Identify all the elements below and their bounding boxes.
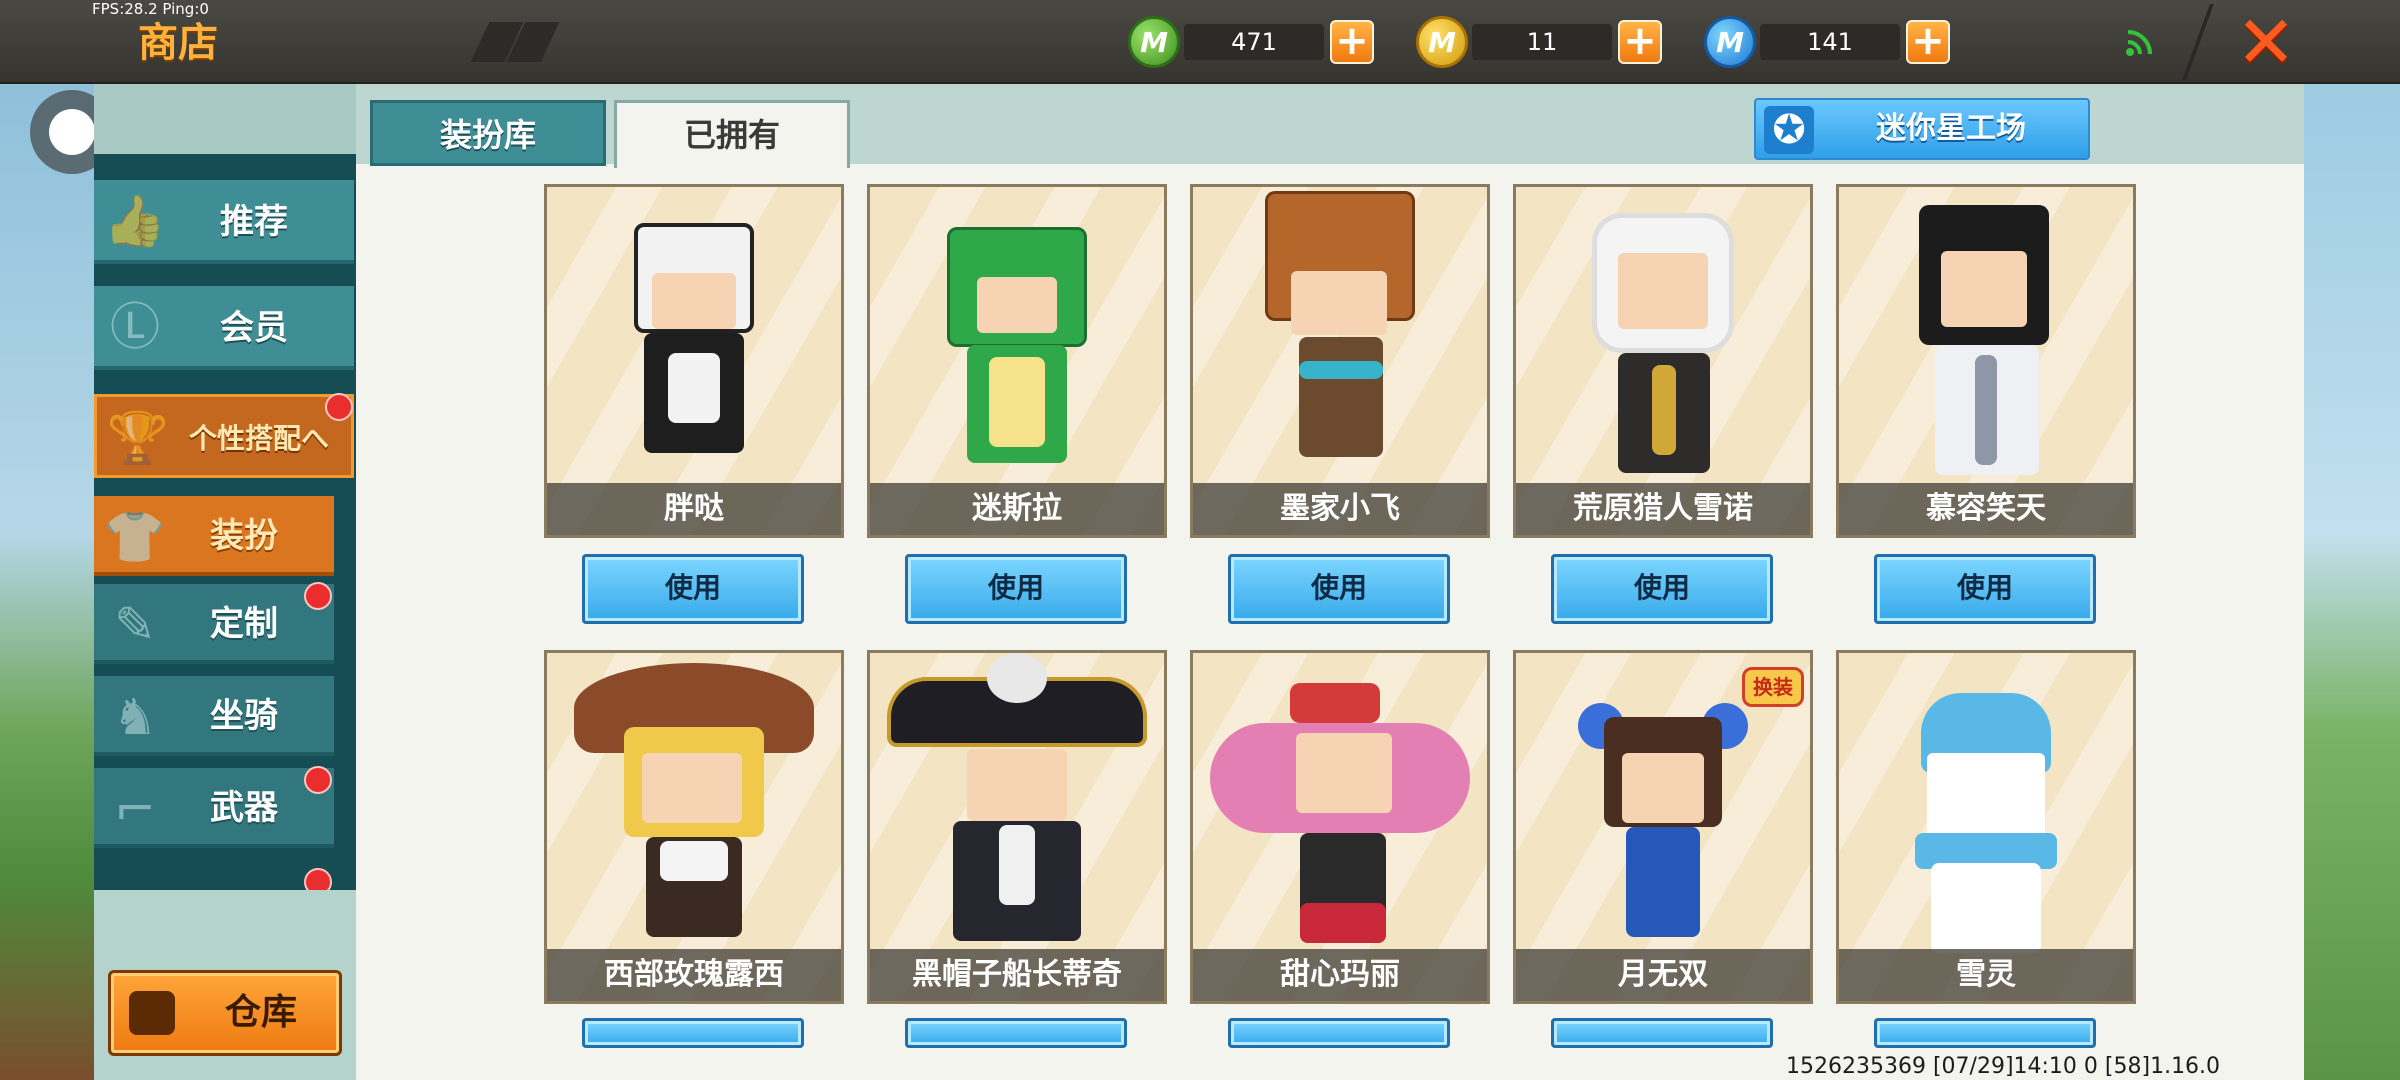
top-bar: FPS:28.2 Ping:0 商店 M 471 + M 11 + M 141 … (0, 0, 2400, 84)
use-button[interactable]: 使用 (1551, 554, 1773, 624)
use-button[interactable]: 使用 (582, 1018, 804, 1048)
workshop-label: 迷你星工场 (1876, 111, 2026, 146)
skin-card[interactable]: 荒原猎人雪诺 (1513, 184, 1813, 538)
skin-card[interactable]: 黑帽子船长蒂奇 (867, 650, 1167, 1004)
build-info: 1526235369 [07/29]14:10 0 [58]1.16.0 (1786, 1054, 2221, 1079)
sidebar-item-recommend[interactable]: 👍 推荐 (94, 180, 354, 264)
skin-card[interactable]: 墨家小飞 (1190, 184, 1490, 538)
tab-owned[interactable]: 已拥有 (614, 100, 850, 168)
add-coins-button[interactable]: + (1618, 20, 1662, 64)
divider (2182, 4, 2214, 80)
skin-card[interactable]: 雪灵 (1836, 650, 2136, 1004)
circle-icon (49, 109, 95, 155)
sidebar-item-dressup[interactable]: 👕 装扮 (94, 496, 334, 576)
cowgirl-figure (564, 657, 824, 947)
skin-name: 月无双 (1516, 949, 1810, 1001)
skin-name: 胖哒 (547, 483, 841, 535)
aviator-figure (1255, 191, 1425, 481)
notification-badge (304, 766, 332, 794)
skin-card[interactable]: 慕容笑天 (1836, 184, 2136, 538)
currency-amount: 11 (1472, 24, 1612, 60)
skin-name: 雪灵 (1839, 949, 2133, 1001)
sidebar-item-label: 个性搭配へ (188, 422, 329, 455)
workshop-button[interactable]: ✪ 迷你星工场 (1754, 98, 2090, 160)
skin-name: 黑帽子船长蒂奇 (870, 949, 1164, 1001)
currency-amount: 471 (1184, 24, 1324, 60)
dinosaur-figure (937, 227, 1097, 467)
sidebar: 👍 推荐 Ⓛ 会员 🏆 个性搭配へ 👕 装扮 ✎ 定制 ♞ 坐骑 ⌐ 武器 仓库 (94, 84, 356, 1080)
notification-badge (325, 393, 353, 421)
star-icon: ✪ (1764, 106, 1814, 154)
skin-name: 西部玫瑰露西 (547, 949, 841, 1001)
use-button[interactable]: 使用 (1551, 1018, 1773, 1048)
page-title: 商店 (138, 20, 218, 66)
moon-girl-figure (1578, 703, 1748, 953)
add-points-button[interactable]: + (1906, 20, 1950, 64)
sidebar-item-personal-style[interactable]: 🏆 个性搭配へ (94, 393, 354, 478)
main-panel: 装扮库 已拥有 ✪ 迷你星工场 胖哒 迷斯拉 墨家小飞 荒原猎人雪诺 慕容笑天 … (356, 84, 2304, 1080)
signal-icon (2126, 30, 2152, 56)
use-button[interactable]: 使用 (905, 554, 1127, 624)
close-icon[interactable]: ✕ (2230, 6, 2302, 78)
hunter-figure (1578, 193, 1748, 483)
sidebar-item-vip[interactable]: Ⓛ 会员 (94, 286, 354, 370)
tab-skin-library[interactable]: 装扮库 (370, 100, 606, 166)
skin-name: 墨家小飞 (1193, 483, 1487, 535)
warehouse-label: 仓库 (224, 992, 297, 1033)
pirate-figure (877, 653, 1157, 953)
sidebar-item-weapon[interactable]: ⌐ 武器 (94, 766, 334, 848)
sidebar-item-label: 装扮 (210, 516, 278, 556)
warehouse-button[interactable]: 仓库 (108, 970, 342, 1056)
currency-points: M 141 + (1704, 14, 1974, 70)
mini-coin-icon: M (1416, 16, 1468, 68)
skin-card[interactable]: 西部玫瑰露西 (544, 650, 844, 1004)
currency-beans: M 471 + (1128, 14, 1398, 70)
sidebar-header (94, 84, 356, 154)
game-world-right (2304, 84, 2400, 1080)
chest-icon (129, 991, 175, 1035)
sidebar-item-label: 武器 (210, 788, 278, 828)
skin-card[interactable]: 甜心玛丽 (1190, 650, 1490, 1004)
mini-point-icon: M (1704, 16, 1756, 68)
sidebar-item-label: 会员 (220, 308, 288, 348)
sidebar-item-custom[interactable]: ✎ 定制 (94, 582, 334, 664)
sidebar-item-label: 坐骑 (210, 696, 278, 736)
snowman-figure (1901, 693, 2071, 953)
use-button[interactable]: 使用 (905, 1018, 1127, 1048)
currency-coins: M 11 + (1416, 14, 1686, 70)
skin-name: 迷斯拉 (870, 483, 1164, 535)
game-world-left (0, 84, 96, 1080)
notification-badge (304, 582, 332, 610)
panda-figure (624, 223, 764, 463)
add-beans-button[interactable]: + (1330, 20, 1374, 64)
sidebar-item-label: 定制 (210, 604, 278, 644)
costume-change-badge: 换装 (1742, 667, 1804, 707)
use-button[interactable]: 使用 (1228, 554, 1450, 624)
sidebar-item-label: 推荐 (220, 202, 288, 242)
use-button[interactable]: 使用 (582, 554, 804, 624)
use-button[interactable]: 使用 (1874, 1018, 2096, 1048)
skin-name: 慕容笑天 (1839, 483, 2133, 535)
skin-name: 甜心玛丽 (1193, 949, 1487, 1001)
use-button[interactable]: 使用 (1874, 554, 2096, 624)
skin-card[interactable]: 换装 月无双 (1513, 650, 1813, 1004)
skin-name: 荒原猎人雪诺 (1516, 483, 1810, 535)
use-button[interactable]: 使用 (1228, 1018, 1450, 1048)
skin-card[interactable]: 迷斯拉 (867, 184, 1167, 538)
scholar-figure (1901, 195, 2071, 485)
mini-bean-icon: M (1128, 16, 1180, 68)
currency-amount: 141 (1760, 24, 1900, 60)
skin-card[interactable]: 胖哒 (544, 184, 844, 538)
sweetheart-figure (1210, 683, 1470, 953)
sidebar-item-mount[interactable]: ♞ 坐骑 (94, 676, 334, 756)
